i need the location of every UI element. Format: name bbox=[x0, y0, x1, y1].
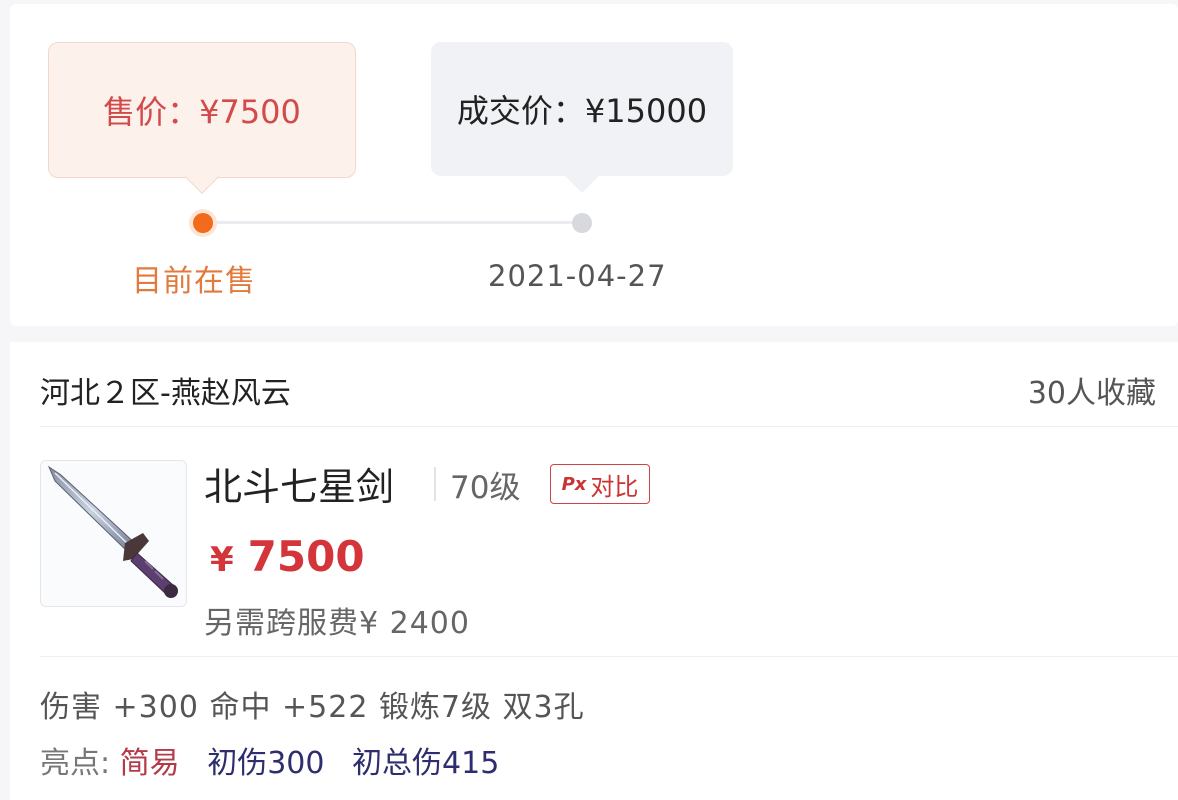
item-attributes: 伤害 +300 命中 +522 锻炼7级 双3孔 bbox=[40, 690, 585, 725]
item-name: 北斗七星剑 bbox=[204, 465, 395, 509]
deal-price-bubble: 成交价：¥15000 bbox=[431, 42, 733, 193]
item-level: 70级 bbox=[450, 470, 521, 506]
bubble-pointer bbox=[565, 159, 599, 193]
listing-card[interactable]: 河北２区-燕赵风云 30人收藏 北斗七星剑 70级 Px 对比 ¥7500 另需… bbox=[10, 342, 1178, 800]
timeline-dot-deal bbox=[572, 213, 592, 233]
divider bbox=[40, 426, 1178, 427]
compare-label: 对比 bbox=[590, 472, 639, 501]
sword-icon bbox=[47, 465, 178, 598]
highlight-tag: 初伤300 bbox=[207, 746, 325, 781]
price-value: 7500 bbox=[247, 532, 365, 581]
timeline-label-current: 目前在售 bbox=[132, 264, 256, 299]
highlights-row: 亮点: 简易 初伤300 初总伤415 bbox=[40, 738, 517, 782]
compare-icon: Px bbox=[561, 473, 587, 495]
current-price-text: 售价：¥7500 bbox=[103, 93, 301, 131]
item-price: ¥7500 bbox=[210, 532, 365, 581]
highlights-label: 亮点: bbox=[40, 746, 111, 781]
timeline-dot-current bbox=[193, 213, 213, 233]
timeline-line bbox=[202, 221, 586, 224]
cross-server-fee: 另需跨服费¥ 2400 bbox=[204, 606, 470, 641]
current-price-bubble: 售价：¥7500 bbox=[48, 42, 356, 194]
server-name: 河北２区-燕赵风云 bbox=[40, 376, 291, 411]
timeline-label-deal-date: 2021-04-27 bbox=[488, 259, 667, 293]
price-history-card: 售价：¥7500 成交价：¥15000 目前在售 2021-04-27 bbox=[10, 4, 1178, 326]
divider bbox=[434, 467, 436, 501]
highlight-tag: 初总伤415 bbox=[352, 746, 500, 781]
favorites-count: 30人收藏 bbox=[1027, 376, 1156, 411]
item-thumbnail[interactable] bbox=[40, 460, 187, 607]
highlight-tag: 简易 bbox=[119, 746, 180, 781]
compare-button[interactable]: Px 对比 bbox=[550, 464, 650, 504]
bubble-pointer bbox=[185, 160, 219, 194]
price-currency: ¥ bbox=[210, 540, 234, 580]
divider bbox=[40, 656, 1178, 657]
deal-price-text: 成交价：¥15000 bbox=[456, 92, 708, 130]
